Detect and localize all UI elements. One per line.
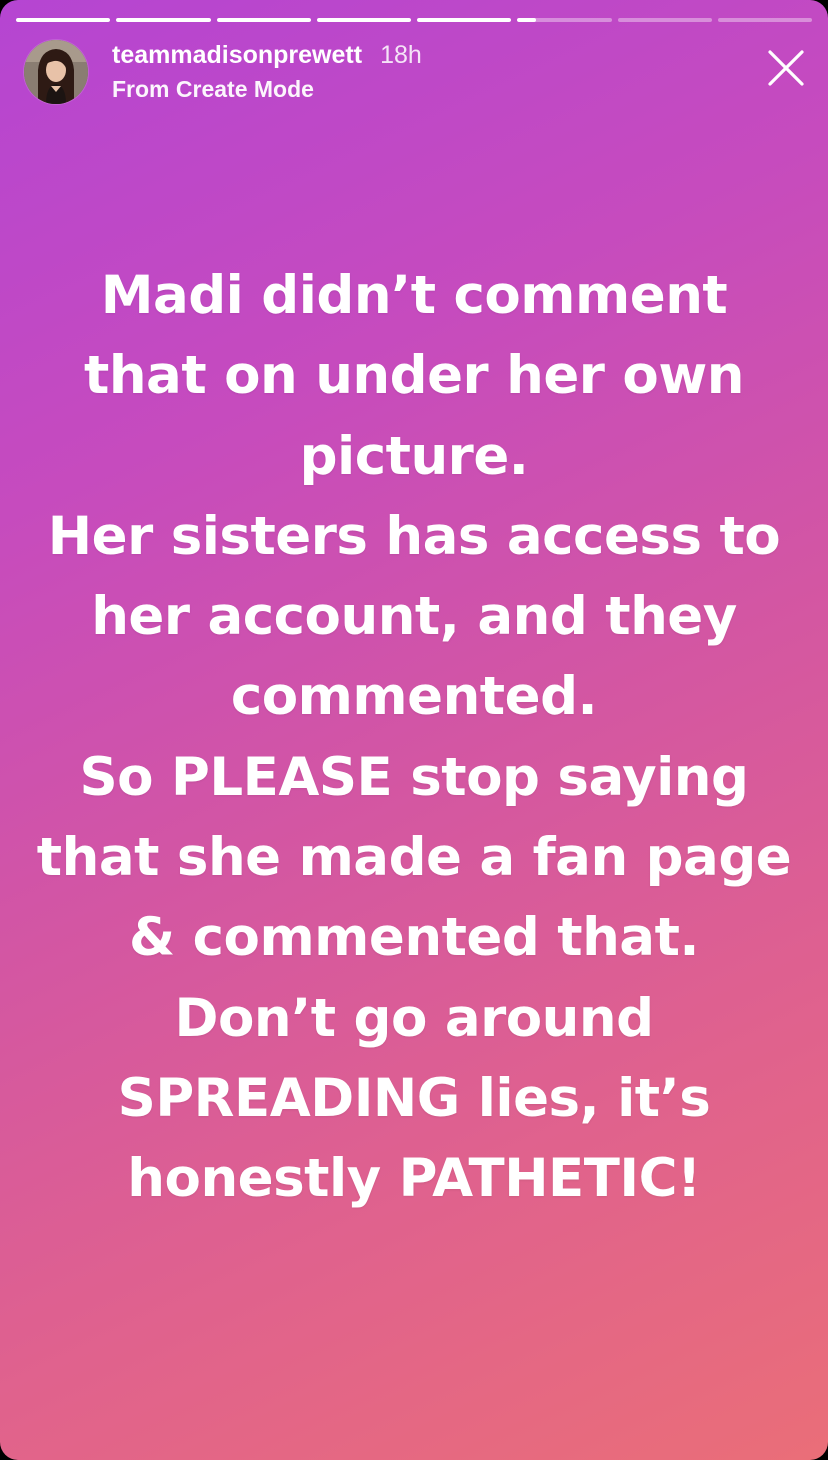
story-text-line: SPREADING lies, it’s <box>117 1067 711 1129</box>
progress-segment <box>16 18 111 22</box>
story-source-label[interactable]: From Create Mode <box>112 76 422 104</box>
story-text-line: commented. <box>230 666 598 728</box>
story-text-line: that she made a fan page <box>36 827 792 889</box>
story-text-line: honestly PATHETIC! <box>127 1148 701 1210</box>
story-text-line: Madi didn’t comment <box>100 265 728 326</box>
story-meta: teammadisonprewett 18h From Create Mode <box>112 40 422 104</box>
story-text-block: Madi didn’t comment that on under her ow… <box>20 256 808 1220</box>
story-text-line: So PLEASE stop saying <box>79 746 749 808</box>
story-text-line: her account, and they <box>91 586 737 648</box>
story-text-line: Her sisters has access to <box>47 505 781 567</box>
story-text-line: Don’t go around <box>174 987 654 1049</box>
story-header: teammadisonprewett 18h From Create Mode <box>24 38 804 106</box>
story-text-line: that on under her own <box>83 345 745 407</box>
avatar-photo <box>24 40 88 104</box>
story-progress-bar <box>16 18 812 22</box>
progress-segment <box>717 18 812 22</box>
story-text-line: & commented that. <box>128 907 700 969</box>
story-viewer[interactable]: teammadisonprewett 18h From Create Mode … <box>0 0 828 1460</box>
progress-segment <box>316 18 411 22</box>
username[interactable]: teammadisonprewett <box>112 40 362 70</box>
close-button[interactable] <box>766 48 806 88</box>
story-text-line: picture. <box>299 425 529 487</box>
avatar[interactable] <box>24 40 88 104</box>
progress-segment <box>417 18 512 22</box>
progress-segment <box>216 18 311 22</box>
progress-segment <box>116 18 211 22</box>
progress-segment <box>617 18 712 22</box>
timestamp: 18h <box>380 41 422 70</box>
close-icon <box>768 50 804 86</box>
progress-segment <box>517 18 612 22</box>
